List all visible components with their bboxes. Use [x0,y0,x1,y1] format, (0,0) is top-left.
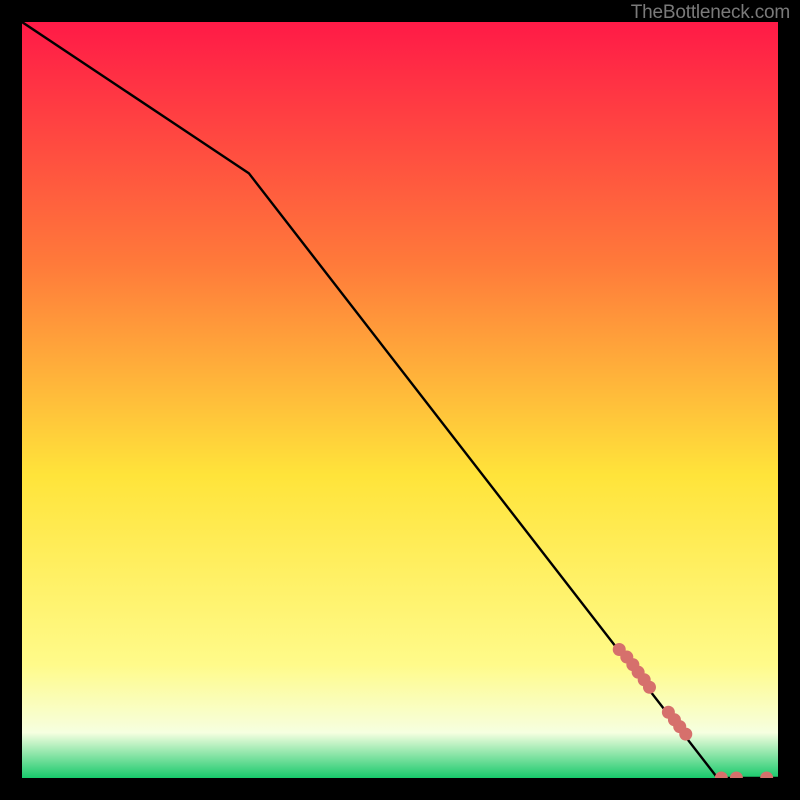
chart-frame: TheBottleneck.com [0,0,800,800]
curve-marker [679,728,692,741]
attribution-label: TheBottleneck.com [631,2,790,24]
plot-area [22,22,778,778]
gradient-background [22,22,778,778]
chart-svg [22,22,778,778]
curve-marker [643,681,656,694]
